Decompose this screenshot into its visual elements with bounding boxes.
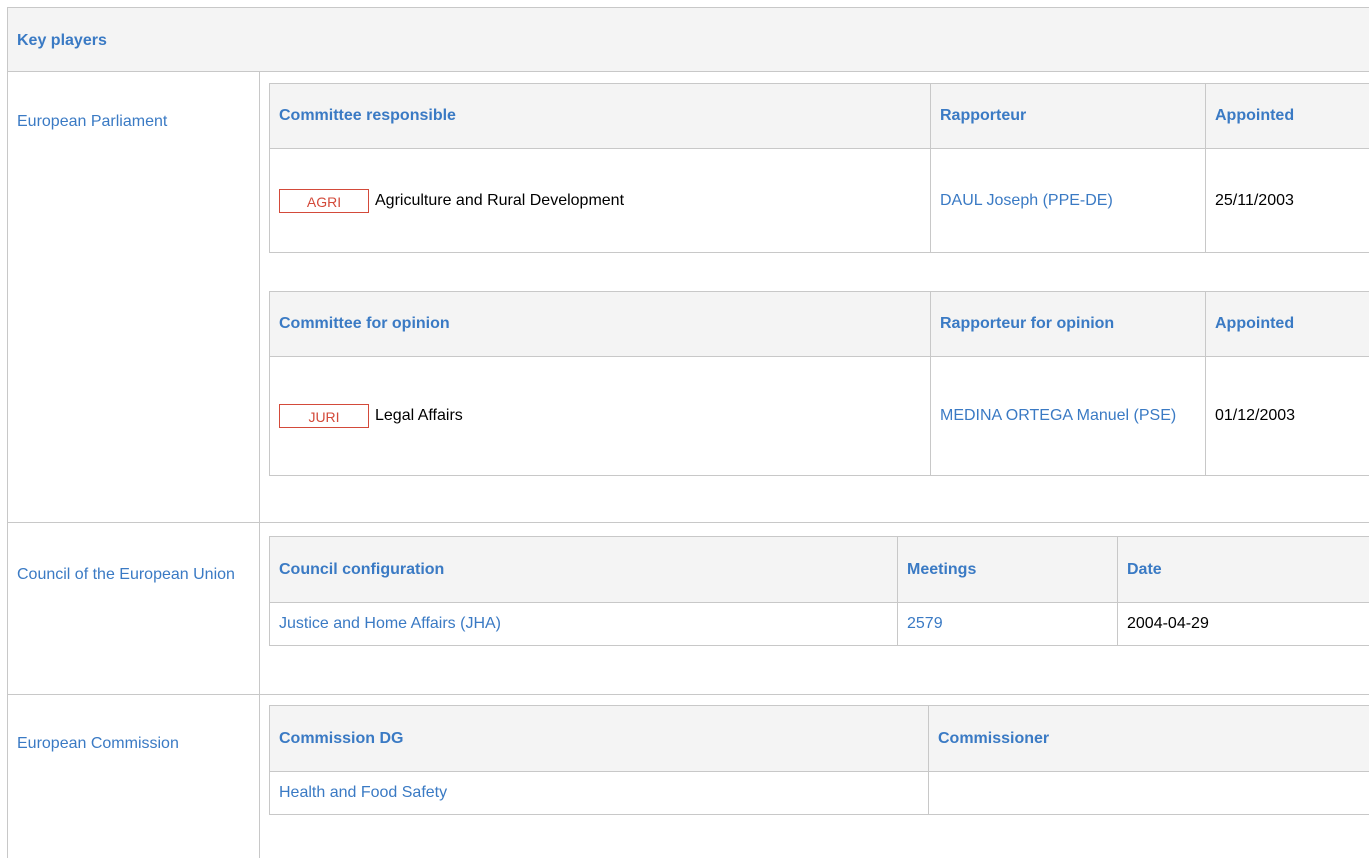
col-rapporteur: Rapporteur xyxy=(930,83,1206,149)
frame-left-border xyxy=(7,72,8,858)
commission-dg-link[interactable]: Health and Food Safety xyxy=(279,784,447,801)
appointed-date-opinion: 01/12/2003 xyxy=(1205,356,1369,476)
table-row: Health and Food Safety xyxy=(269,771,1369,815)
col-commissioner: Commissioner xyxy=(928,705,1369,772)
rapporteur-opinion-link[interactable]: MEDINA ORTEGA Manuel (PSE) xyxy=(940,407,1176,424)
meeting-date: 2004-04-29 xyxy=(1117,602,1369,646)
col-committee-opinion: Committee for opinion xyxy=(269,291,931,357)
table-row: Justice and Home Affairs (JHA) 2579 2004… xyxy=(269,602,1369,646)
council-table: Council configuration Meetings Date Just… xyxy=(269,536,1369,646)
table-row: AGRI Agriculture and Rural Development D… xyxy=(269,148,1369,253)
frame-column-divider xyxy=(259,72,260,858)
col-meetings: Meetings xyxy=(897,536,1118,603)
committee-cell: JURI Legal Affairs xyxy=(269,356,931,476)
meeting-link[interactable]: 2579 xyxy=(907,615,943,632)
col-commission-dg: Commission DG xyxy=(269,705,929,772)
appointed-date: 25/11/2003 xyxy=(1205,148,1369,253)
committee-code-badge-agri[interactable]: AGRI xyxy=(279,188,369,213)
committee-opinion-table: Committee for opinion Rapporteur for opi… xyxy=(269,291,1369,476)
committee-name: Legal Affairs xyxy=(375,407,463,424)
col-council-configuration: Council configuration xyxy=(269,536,898,603)
col-date: Date xyxy=(1117,536,1369,603)
commission-table: Commission DG Commissioner Health and Fo… xyxy=(269,705,1369,815)
key-players-title: Key players xyxy=(17,32,107,49)
section-divider-parliament xyxy=(7,522,1369,523)
actor-european-commission-link[interactable]: European Commission xyxy=(17,735,247,753)
table-row: JURI Legal Affairs MEDINA ORTEGA Manuel … xyxy=(269,356,1369,476)
key-players-header: Key players xyxy=(7,7,1369,72)
committee-responsible-table: Committee responsible Rapporteur Appoint… xyxy=(269,83,1369,253)
section-divider-council xyxy=(7,694,1369,695)
col-rapporteur-opinion: Rapporteur for opinion xyxy=(930,291,1206,357)
committee-cell: AGRI Agriculture and Rural Development xyxy=(269,148,931,253)
col-appointed: Appointed xyxy=(1205,83,1369,149)
col-committee-responsible: Committee responsible xyxy=(269,83,931,149)
actor-european-parliament-link[interactable]: European Parliament xyxy=(17,113,247,131)
actor-council-link[interactable]: Council of the European Union xyxy=(17,566,247,584)
committee-code-badge-juri[interactable]: JURI xyxy=(279,404,369,428)
rapporteur-link[interactable]: DAUL Joseph (PPE-DE) xyxy=(940,192,1113,209)
council-configuration-link[interactable]: Justice and Home Affairs (JHA) xyxy=(279,615,501,632)
committee-name: Agriculture and Rural Development xyxy=(375,191,625,209)
col-appointed-opinion: Appointed xyxy=(1205,291,1369,357)
commissioner-name xyxy=(928,771,1369,815)
